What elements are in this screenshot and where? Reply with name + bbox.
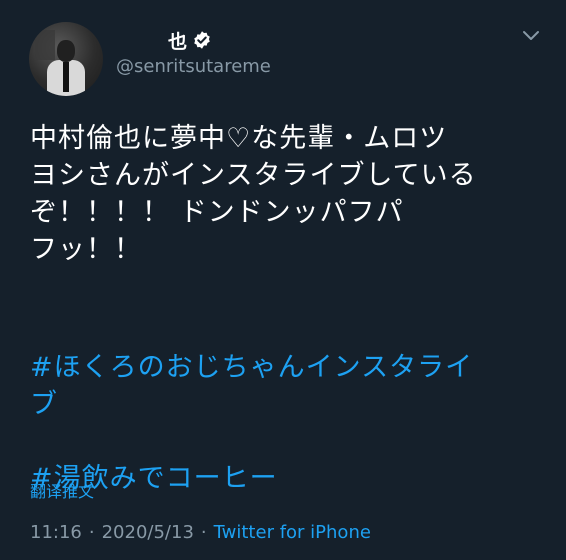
translate-tweet-link[interactable]: 翻译推文 [30, 478, 94, 502]
tweet-text: 中村倫也に夢中♡な先輩・ムロツ ヨシさんがインスタライブしている ぞ！！！！ ド… [30, 123, 477, 265]
hashtag-list: #ほくろのおじちゃんインスタライ ブ #湯飲みでコーヒー [30, 312, 542, 534]
author-name-row[interactable]: 也 [116, 27, 212, 54]
tweet-meta: 11:16 · 2020/5/13 · Twitter for iPhone [30, 522, 371, 543]
display-name-hidden-part [116, 29, 168, 51]
author-handle[interactable]: @senritsutareme [116, 56, 271, 77]
avatar-background-shape [35, 30, 55, 60]
verified-badge-icon [192, 30, 212, 50]
tweet-date[interactable]: 2020/5/13 [102, 522, 194, 543]
separator: · [88, 522, 95, 543]
avatar[interactable] [29, 22, 103, 96]
hashtag-link[interactable]: #湯飲みでコーヒー [30, 460, 542, 497]
tweet-source-link[interactable]: Twitter for iPhone [214, 522, 371, 543]
avatar-figure-head [57, 40, 75, 62]
avatar-figure-tie [63, 62, 69, 92]
tweet-time[interactable]: 11:16 [30, 522, 82, 543]
hashtag-link[interactable]: #ほくろのおじちゃんインスタライ ブ [30, 349, 542, 423]
separator: · [200, 522, 207, 543]
display-name[interactable]: 也 [168, 27, 187, 54]
tweet-card: 也 @senritsutareme 中村倫也に夢中♡な先輩・ムロツ ヨシさんがイ… [0, 0, 566, 560]
chevron-down-icon[interactable] [520, 28, 542, 44]
